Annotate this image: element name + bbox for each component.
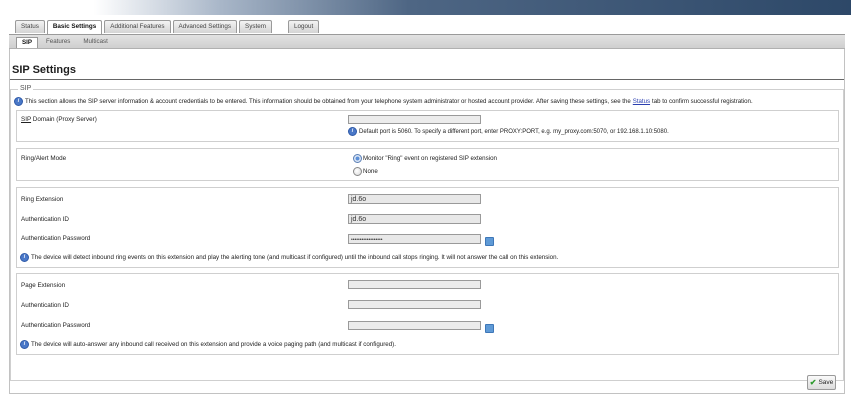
- tab-status[interactable]: Status: [15, 20, 45, 33]
- ring-auth-password-label: Authentication Password: [21, 235, 91, 242]
- checkmark-icon: ✔: [809, 378, 817, 387]
- key-icon[interactable]: [485, 237, 494, 246]
- tab-additional-features[interactable]: Additional Features: [104, 20, 171, 33]
- ring-extension-input[interactable]: jd.6o: [348, 194, 481, 204]
- info-icon: i: [20, 253, 29, 262]
- info-text-start: This section allows the SIP server infor…: [25, 98, 631, 105]
- ring-mode-group: Ring/Alert Mode Monitor "Ring" event on …: [16, 148, 839, 181]
- title-divider: [10, 79, 844, 80]
- sip-domain-hint: i Default port is 5060. To specify a dif…: [348, 127, 669, 136]
- info-icon: i: [14, 97, 23, 106]
- page-title: SIP Settings: [12, 64, 76, 76]
- page-extension-label: Page Extension: [21, 282, 66, 289]
- subtab-sip[interactable]: SIP: [16, 37, 38, 48]
- page-auth-password-label: Authentication Password: [21, 322, 91, 329]
- page-auth-id-input[interactable]: [348, 300, 481, 309]
- save-button[interactable]: ✔ Save: [807, 375, 836, 390]
- ring-auth-password-input[interactable]: ••••••••••••••••••: [348, 234, 481, 244]
- ring-mode-option-monitor[interactable]: Monitor "Ring" event on registered SIP e…: [353, 154, 497, 163]
- sub-tab-bar: SIP Features Multicast: [9, 35, 845, 49]
- page-extension-group: Page Extension Authentication ID Authent…: [16, 273, 839, 355]
- info-icon: i: [20, 340, 29, 349]
- page-auth-password-input[interactable]: [348, 321, 481, 330]
- ring-mode-option-none[interactable]: None: [353, 167, 378, 176]
- sip-domain-input[interactable]: [348, 115, 481, 124]
- tab-logout[interactable]: Logout: [288, 20, 320, 33]
- ring-mode-label: Ring/Alert Mode: [21, 155, 67, 162]
- radio-checked-icon[interactable]: [353, 154, 362, 163]
- fieldset-legend: SIP: [18, 85, 34, 92]
- section-info: i This section allows the SIP server inf…: [14, 97, 839, 106]
- ring-extension-label: Ring Extension: [21, 196, 64, 203]
- header-banner: [0, 0, 851, 15]
- status-link[interactable]: Status: [633, 98, 650, 105]
- ring-extension-group: Ring Extension jd.6o Authentication ID j…: [16, 187, 839, 268]
- ring-extension-note: i The device will detect inbound ring ev…: [20, 253, 558, 262]
- tab-advanced-settings[interactable]: Advanced Settings: [172, 20, 238, 33]
- tab-basic-settings[interactable]: Basic Settings: [46, 20, 103, 34]
- radio-icon[interactable]: [353, 167, 362, 176]
- settings-content: SIP Settings SIP i This section allows t…: [9, 49, 845, 394]
- ring-auth-id-input[interactable]: jd.6o: [348, 214, 481, 224]
- key-icon[interactable]: [485, 324, 494, 333]
- page-auth-id-label: Authentication ID: [21, 302, 69, 309]
- main-tabs: Status Basic Settings Additional Feature…: [15, 20, 321, 34]
- info-icon: i: [348, 127, 357, 136]
- sip-domain-label: SIP Domain (Proxy Server): [21, 116, 97, 123]
- ring-auth-id-label: Authentication ID: [21, 216, 69, 223]
- page-extension-input[interactable]: [348, 280, 481, 289]
- sip-fieldset: SIP i This section allows the SIP server…: [10, 85, 844, 381]
- info-text-end: tab to confirm successful registration.: [652, 98, 753, 105]
- tab-system[interactable]: System: [239, 20, 273, 33]
- page-extension-note: i The device will auto-answer any inboun…: [20, 340, 396, 349]
- subtab-features[interactable]: Features: [41, 37, 75, 47]
- subtab-multicast[interactable]: Multicast: [78, 37, 112, 47]
- sip-domain-group: SIP Domain (Proxy Server) i Default port…: [16, 110, 839, 142]
